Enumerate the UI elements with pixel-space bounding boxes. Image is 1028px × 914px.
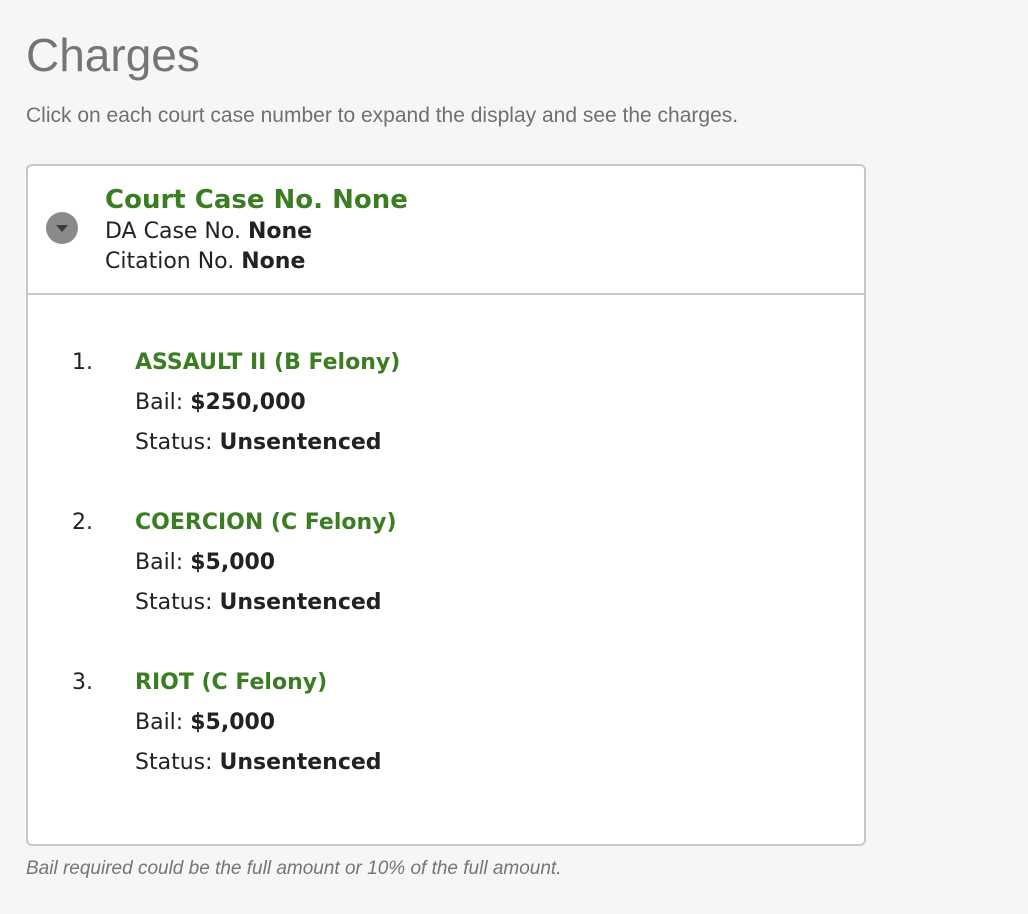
charge-number: 1. — [72, 350, 93, 375]
bail-label: Bail: — [135, 710, 184, 735]
citation-label: Citation No. — [105, 249, 235, 274]
citation-value: None — [241, 249, 306, 274]
charge-bail: Bail: $5,000 — [135, 543, 275, 583]
charge-item: 2. COERCION (C Felony) Bail: $5,000 Stat… — [28, 503, 864, 623]
citation-number: Citation No. None — [105, 247, 305, 277]
court-case-panel: Court Case No. None DA Case No. None Cit… — [26, 164, 866, 846]
court-case-number[interactable]: Court Case No. None — [105, 183, 408, 217]
court-case-header[interactable]: Court Case No. None DA Case No. None Cit… — [28, 166, 864, 295]
charge-status: Status: Unsentenced — [135, 423, 382, 463]
status-label: Status: — [135, 750, 213, 775]
da-case-value: None — [247, 219, 313, 244]
chevron-down-icon[interactable] — [46, 212, 78, 244]
status-label: Status: — [135, 590, 213, 615]
charge-item: 1. ASSAULT II (B Felony) Bail: $250,000 … — [28, 343, 864, 463]
charge-bail: Bail: $250,000 — [135, 383, 306, 423]
status-value: Unsentenced — [219, 590, 382, 615]
charge-status: Status: Unsentenced — [135, 583, 382, 623]
charge-name: ASSAULT II (B Felony) — [135, 350, 401, 375]
bail-label: Bail: — [135, 390, 184, 415]
bail-amount: $250,000 — [190, 390, 306, 415]
charge-item: 3. RIOT (C Felony) Bail: $5,000 Status: … — [28, 663, 864, 783]
charge-status: Status: Unsentenced — [135, 743, 382, 783]
bail-amount: $5,000 — [190, 710, 276, 735]
instructions-text: Click on each court case number to expan… — [26, 104, 739, 127]
charge-name: COERCION (C Felony) — [135, 510, 397, 535]
status-value: Unsentenced — [219, 430, 382, 455]
page-title: Charges — [26, 29, 200, 81]
da-case-number: DA Case No. None — [105, 217, 312, 247]
bail-label: Bail: — [135, 550, 184, 575]
charge-name: RIOT (C Felony) — [135, 670, 328, 695]
bail-amount: $5,000 — [190, 550, 276, 575]
status-label: Status: — [135, 430, 213, 455]
bail-footnote: Bail required could be the full amount o… — [26, 858, 562, 879]
charge-number: 2. — [72, 510, 93, 535]
da-case-label: DA Case No. — [105, 219, 241, 244]
charge-number: 3. — [72, 670, 93, 695]
status-value: Unsentenced — [219, 750, 382, 775]
charge-bail: Bail: $5,000 — [135, 703, 275, 743]
